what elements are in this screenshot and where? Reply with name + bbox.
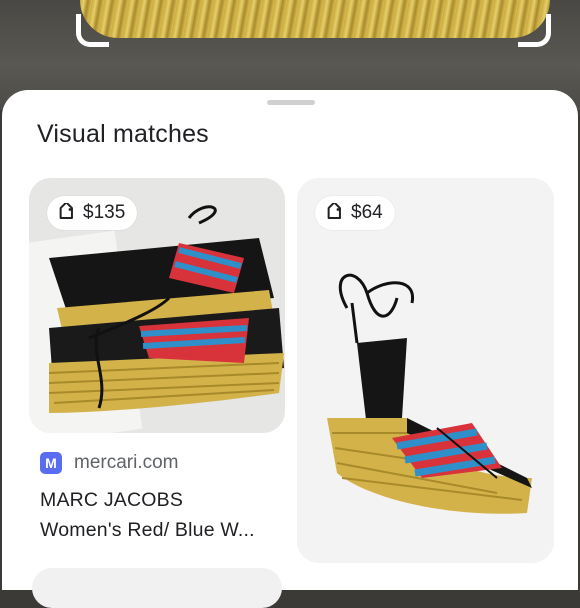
result-card-3[interactable]	[32, 568, 282, 608]
mercari-favicon-icon: M	[40, 452, 62, 474]
result-card-2[interactable]: $64	[297, 178, 554, 563]
result-title[interactable]: MARC JACOBS Women's Red/ Blue W...	[40, 485, 280, 545]
section-title: Visual matches	[37, 120, 209, 148]
preview-sandal-image	[80, 0, 550, 38]
sheet-drag-handle[interactable]	[267, 100, 315, 105]
result-title-line-2: Women's Red/ Blue W...	[40, 519, 255, 541]
price-badge: $64	[315, 196, 395, 230]
price-badge: $135	[47, 196, 138, 230]
product-image-2	[297, 178, 554, 563]
result-card-1[interactable]: $135	[29, 178, 285, 433]
price-tag-icon	[57, 203, 77, 223]
results-sheet: Visual matches $135 $64 M mercari.com MA…	[2, 90, 578, 608]
crop-handle-bottom-right[interactable]	[518, 14, 551, 47]
price-label: $64	[351, 202, 383, 223]
source-domain: mercari.com	[74, 452, 179, 473]
price-tag-icon	[325, 203, 345, 223]
result-source[interactable]: M mercari.com	[40, 452, 179, 474]
result-title-line-1: MARC JACOBS	[40, 489, 184, 511]
crop-handle-bottom-left[interactable]	[76, 14, 109, 47]
price-label: $135	[83, 202, 126, 223]
